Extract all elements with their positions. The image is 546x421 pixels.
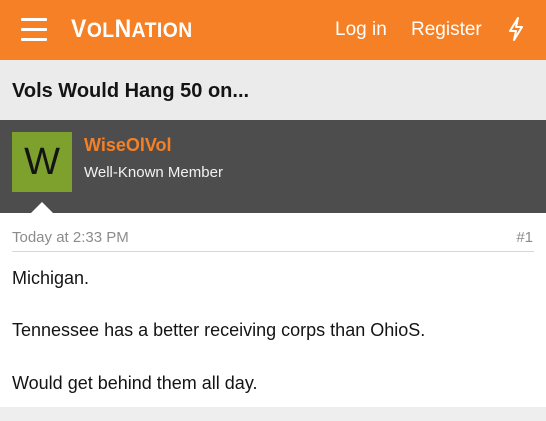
post-text-line: Would get behind them all day. <box>12 373 258 393</box>
user-title: Well-Known Member <box>84 164 223 181</box>
register-link[interactable]: Register <box>411 19 482 41</box>
site-header: VOLNATION Log in Register <box>0 0 546 60</box>
site-logo[interactable]: VOLNATION <box>71 15 193 44</box>
post-text-line: Tennessee has a better receiving corps t… <box>12 320 426 340</box>
post-date-link[interactable]: Today at 2:33 PM <box>12 229 129 246</box>
login-link[interactable]: Log in <box>335 19 387 41</box>
thread-title: Vols Would Hang 50 on... <box>12 80 250 102</box>
post-number-link[interactable]: #1 <box>516 229 533 246</box>
lightning-bolt-icon[interactable] <box>506 17 526 41</box>
hamburger-menu-icon[interactable] <box>21 17 47 41</box>
post-user-bar <box>0 120 546 213</box>
post-pointer-arrow <box>31 202 53 213</box>
post-text-line: Michigan. <box>12 268 90 288</box>
post-footer-strip <box>0 407 546 421</box>
username-link[interactable]: WiseOlVol <box>84 135 172 156</box>
avatar[interactable]: W <box>12 132 72 192</box>
post-divider <box>12 251 534 252</box>
